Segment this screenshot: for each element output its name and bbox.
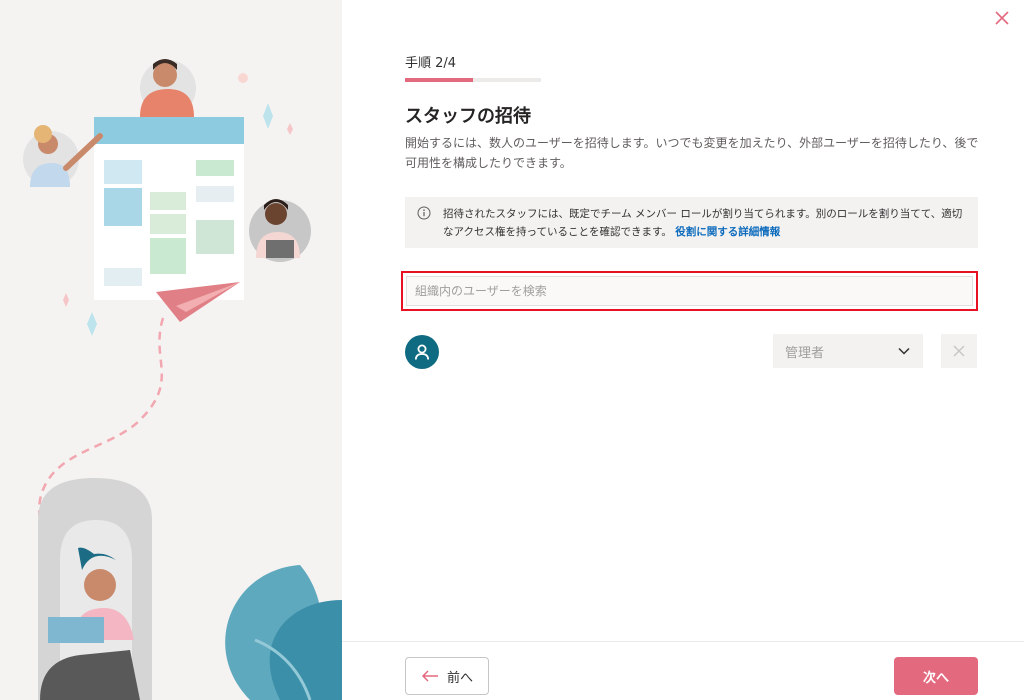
role-dropdown[interactable]: 管理者 — [773, 334, 923, 368]
role-details-link[interactable]: 役割に関する詳細情報 — [675, 226, 780, 238]
step-indicator: 手順 2/4 — [405, 56, 457, 71]
illustration-panel — [0, 0, 342, 700]
person-icon — [414, 344, 430, 360]
next-button-label: 次へ — [922, 670, 949, 686]
onboarding-illustration — [23, 59, 342, 700]
page-title: スタッフの招待 — [405, 106, 531, 127]
next-button[interactable]: 次へ — [894, 657, 978, 695]
arrow-left-icon — [421, 670, 438, 682]
remove-staff-button[interactable] — [941, 334, 977, 368]
info-icon — [417, 206, 431, 220]
search-highlight — [401, 271, 978, 311]
info-banner: 招待されたスタッフには、既定でチーム メンバー ロールが割り当てられます。別のロ… — [405, 197, 978, 248]
step-progress-fill — [405, 78, 473, 82]
close-icon — [953, 345, 965, 357]
close-dialog-button[interactable] — [990, 6, 1014, 30]
avatar — [405, 335, 439, 369]
role-value: 管理者 — [785, 345, 825, 361]
user-search-input[interactable] — [406, 276, 973, 306]
back-button-label: 前へ — [446, 670, 473, 686]
chevron-down-icon — [898, 347, 910, 355]
footer-divider — [342, 641, 1024, 642]
back-button[interactable]: 前へ — [405, 657, 489, 695]
close-icon — [995, 11, 1009, 25]
step-progress-bar — [405, 78, 541, 82]
page-description: 開始するには、数人のユーザーを招待します。いつでも変更を加えたり、外部ユーザーを… — [405, 136, 979, 170]
